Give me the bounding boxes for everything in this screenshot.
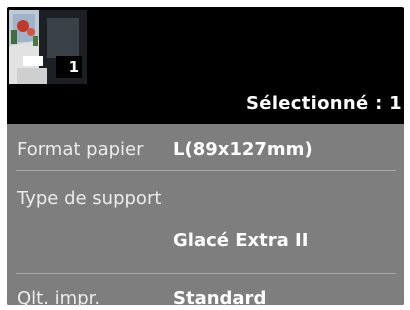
row-divider [16,170,396,171]
media-type-value: Glacé Extra II [173,230,309,251]
setting-row-media-type[interactable]: Type de support Glacé Extra II [7,180,404,266]
paper-size-label: Format papier [17,139,144,160]
row-divider [16,273,396,274]
setting-row-paper-size[interactable]: Format papier L(89x127mm) [7,132,404,166]
print-quality-label: Qlt. impr. [17,288,101,305]
printer-lcd-screen: 1 Sélectionné : 1 Format papier L(89x127… [7,7,404,305]
media-type-label: Type de support [17,188,162,209]
copy-count-badge: 1 [56,56,82,78]
paper-size-value: L(89x127mm) [173,139,313,160]
selected-count-label: Sélectionné : 1 [246,93,402,114]
photo-thumbnail[interactable]: 1 [9,10,87,84]
print-settings-panel: Format papier L(89x127mm) Type de suppor… [7,124,404,305]
print-quality-value: Standard [173,288,267,305]
setting-row-print-quality[interactable]: Qlt. impr. Standard [7,282,404,305]
